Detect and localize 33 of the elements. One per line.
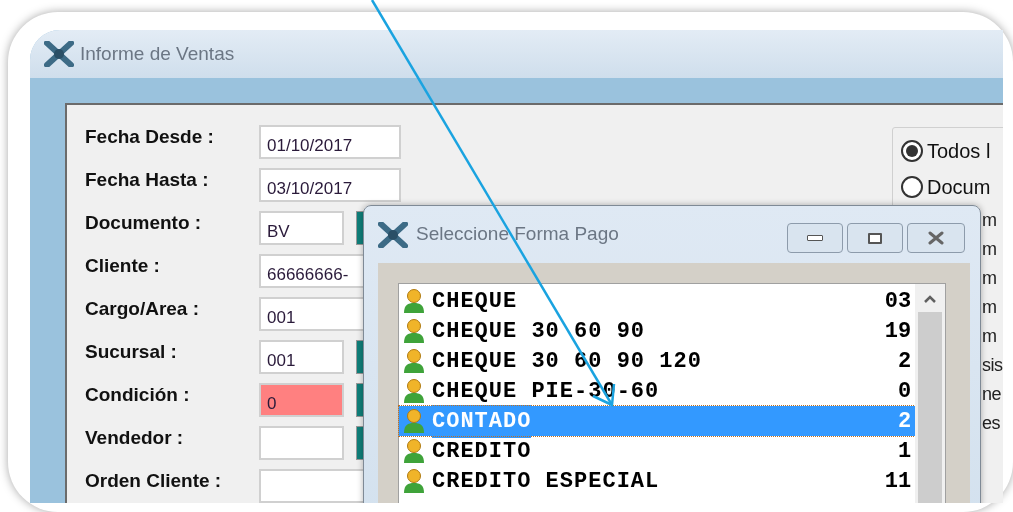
field-label: Cliente : <box>85 254 161 278</box>
payment-name: CHEQUE <box>432 287 518 316</box>
payment-name: CONTADO <box>432 404 532 438</box>
field-label: Sucursal : <box>85 340 178 364</box>
payment-name: CREDITO ESPECIAL <box>432 467 660 496</box>
payment-name: CREDITO <box>432 437 532 466</box>
field-label: Fecha Desde : <box>85 125 215 149</box>
payment-code: 2 <box>897 407 912 436</box>
option-label: m <box>982 238 998 261</box>
option-label: m <box>982 325 998 348</box>
dialog-title: Seleccione Forma Pago <box>416 222 619 247</box>
field-label: Orden Cliente : <box>85 469 223 493</box>
payment-code: 03 <box>884 287 912 316</box>
field-label: Vendedor : <box>85 426 185 450</box>
option-label: es <box>982 412 1001 435</box>
payment-code: 11 <box>884 467 912 496</box>
field-label: Documento : <box>85 211 203 235</box>
payment-code: 19 <box>884 317 912 346</box>
radio-label: Todos l <box>927 139 991 164</box>
window-title: Informe de Ventas <box>80 41 235 66</box>
option-label: m <box>982 296 998 319</box>
field-label: Condición : <box>85 383 191 407</box>
payment-code: 1 <box>897 437 912 466</box>
field-label: Cargo/Area : <box>85 297 201 321</box>
field-label: Fecha Hasta : <box>85 168 210 192</box>
option-label: sis <box>982 354 1003 377</box>
radio-label: Docum <box>927 175 991 200</box>
payment-code: 0 <box>897 377 912 406</box>
option-label: ne <box>982 383 1003 406</box>
payment-code: 2 <box>897 347 912 376</box>
payment-name: CHEQUE 30 60 90 <box>432 317 646 346</box>
option-label: m <box>982 209 998 232</box>
option-label: m <box>982 267 998 290</box>
